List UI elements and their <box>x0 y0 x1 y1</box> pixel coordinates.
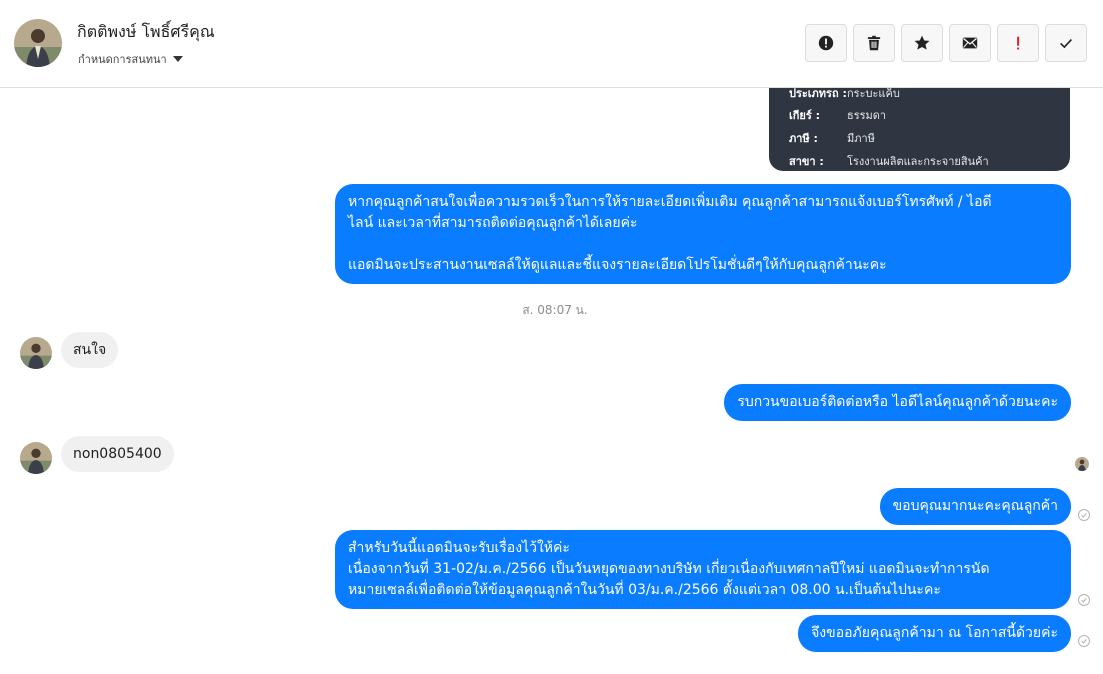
card-key: เกียร์ : <box>789 109 821 122</box>
caret-down-icon <box>172 56 183 62</box>
outgoing-message[interactable]: รบกวนขอเบอร์ติดต่อหรือ ไอดีไลน์คุณลูกค้า… <box>724 384 1071 421</box>
sent-status-icon <box>1078 635 1090 647</box>
card-value: ธรรมดา <box>847 109 887 122</box>
exclamation-icon <box>1017 36 1020 50</box>
contact-name: กิตติพงษ์ โพธิ์ศรีคุณ <box>77 22 215 41</box>
card-key: ภาษี : <box>789 132 818 145</box>
mark-unread-button[interactable] <box>949 24 991 62</box>
card-row: สาขา : โรงงานผลิตและกระจายสินค้า <box>789 152 989 170</box>
outgoing-message[interactable]: หากคุณลูกค้าสนใจเพื่อความรวดเร็วในการให้… <box>335 184 1071 284</box>
card-value: กระบะแค็บ <box>847 88 900 100</box>
incoming-message[interactable]: non0805400 <box>61 436 174 472</box>
message-line: สำหรับวันนี้แอดมินจะรับเรื่องไว้ให้ค่ะ <box>348 540 570 556</box>
conversation-header: กิตติพงษ์ โพธิ์ศรีคุณ กำหนดการสนทนา <box>0 0 1103 88</box>
card-row: เกียร์ : ธรรมดา <box>789 106 886 124</box>
message-thread[interactable]: ประเภทรถ : กระบะแค็บ เกียร์ : ธรรมดา ภาษ… <box>0 88 1103 674</box>
conversation-options-dropdown[interactable]: กำหนดการสนทนา <box>78 50 183 68</box>
star-button[interactable] <box>901 24 943 62</box>
conversation-actions <box>805 24 1087 62</box>
message-timestamp: ส. 08:07 น. <box>522 303 588 317</box>
incoming-message[interactable]: สนใจ <box>61 332 119 368</box>
outgoing-message[interactable]: จึงขออภัยคุณลูกค้ามา ณ โอกาสนี้ด้วยค่ะ <box>798 615 1071 652</box>
outgoing-message[interactable]: ขอบคุณมากนะคะคุณลูกค้า <box>879 488 1071 525</box>
star-icon <box>914 35 930 50</box>
mark-spam-button[interactable] <box>805 24 847 62</box>
trash-icon <box>867 35 881 51</box>
conversation-options-label: กำหนดการสนทนา <box>78 53 167 66</box>
message-line: เนื่องจากวันที่ 31-02/ม.ค./2566 เป็นวันห… <box>348 561 990 577</box>
card-key: ประเภทรถ : <box>789 88 847 100</box>
card-value: มีภาษี <box>847 132 875 145</box>
mark-important-button[interactable] <box>997 24 1039 62</box>
mark-done-button[interactable] <box>1045 24 1087 62</box>
card-row: ภาษี : มีภาษี <box>789 129 875 147</box>
delete-button[interactable] <box>853 24 895 62</box>
sender-avatar <box>20 337 52 369</box>
message-line: หากคุณลูกค้าสนใจเพื่อความรวดเร็วในการให้… <box>348 194 992 210</box>
sent-status-icon <box>1078 509 1090 521</box>
alert-icon <box>818 35 834 51</box>
message-spacer <box>348 234 1058 255</box>
message-line: แอดมินจะประสานงานเซลล์ให้ดูแลและชี้แจงรา… <box>348 257 887 273</box>
sent-status-icon <box>1078 594 1090 606</box>
contact-avatar[interactable] <box>14 19 62 67</box>
outgoing-message[interactable]: สำหรับวันนี้แอดมินจะรับเรื่องไว้ให้ค่ะ เ… <box>335 530 1071 609</box>
message-line: ไลน์ และเวลาที่สามารถติดต่อคุณลูกค้าได้เ… <box>348 215 638 231</box>
seen-avatar <box>1075 457 1089 471</box>
message-line: หมายเซลล์เพื่อติดต่อให้ข้อมูลคุณลูกค้าใน… <box>348 582 941 598</box>
card-value: โรงงานผลิตและกระจายสินค้า <box>847 155 989 168</box>
sender-avatar <box>20 442 52 474</box>
product-card[interactable]: ประเภทรถ : กระบะแค็บ เกียร์ : ธรรมดา ภาษ… <box>769 88 1070 171</box>
card-row: ประเภทรถ : กระบะแค็บ <box>789 88 900 102</box>
check-icon <box>1060 39 1072 49</box>
mail-icon <box>962 37 978 49</box>
card-key: สาขา : <box>789 155 824 168</box>
